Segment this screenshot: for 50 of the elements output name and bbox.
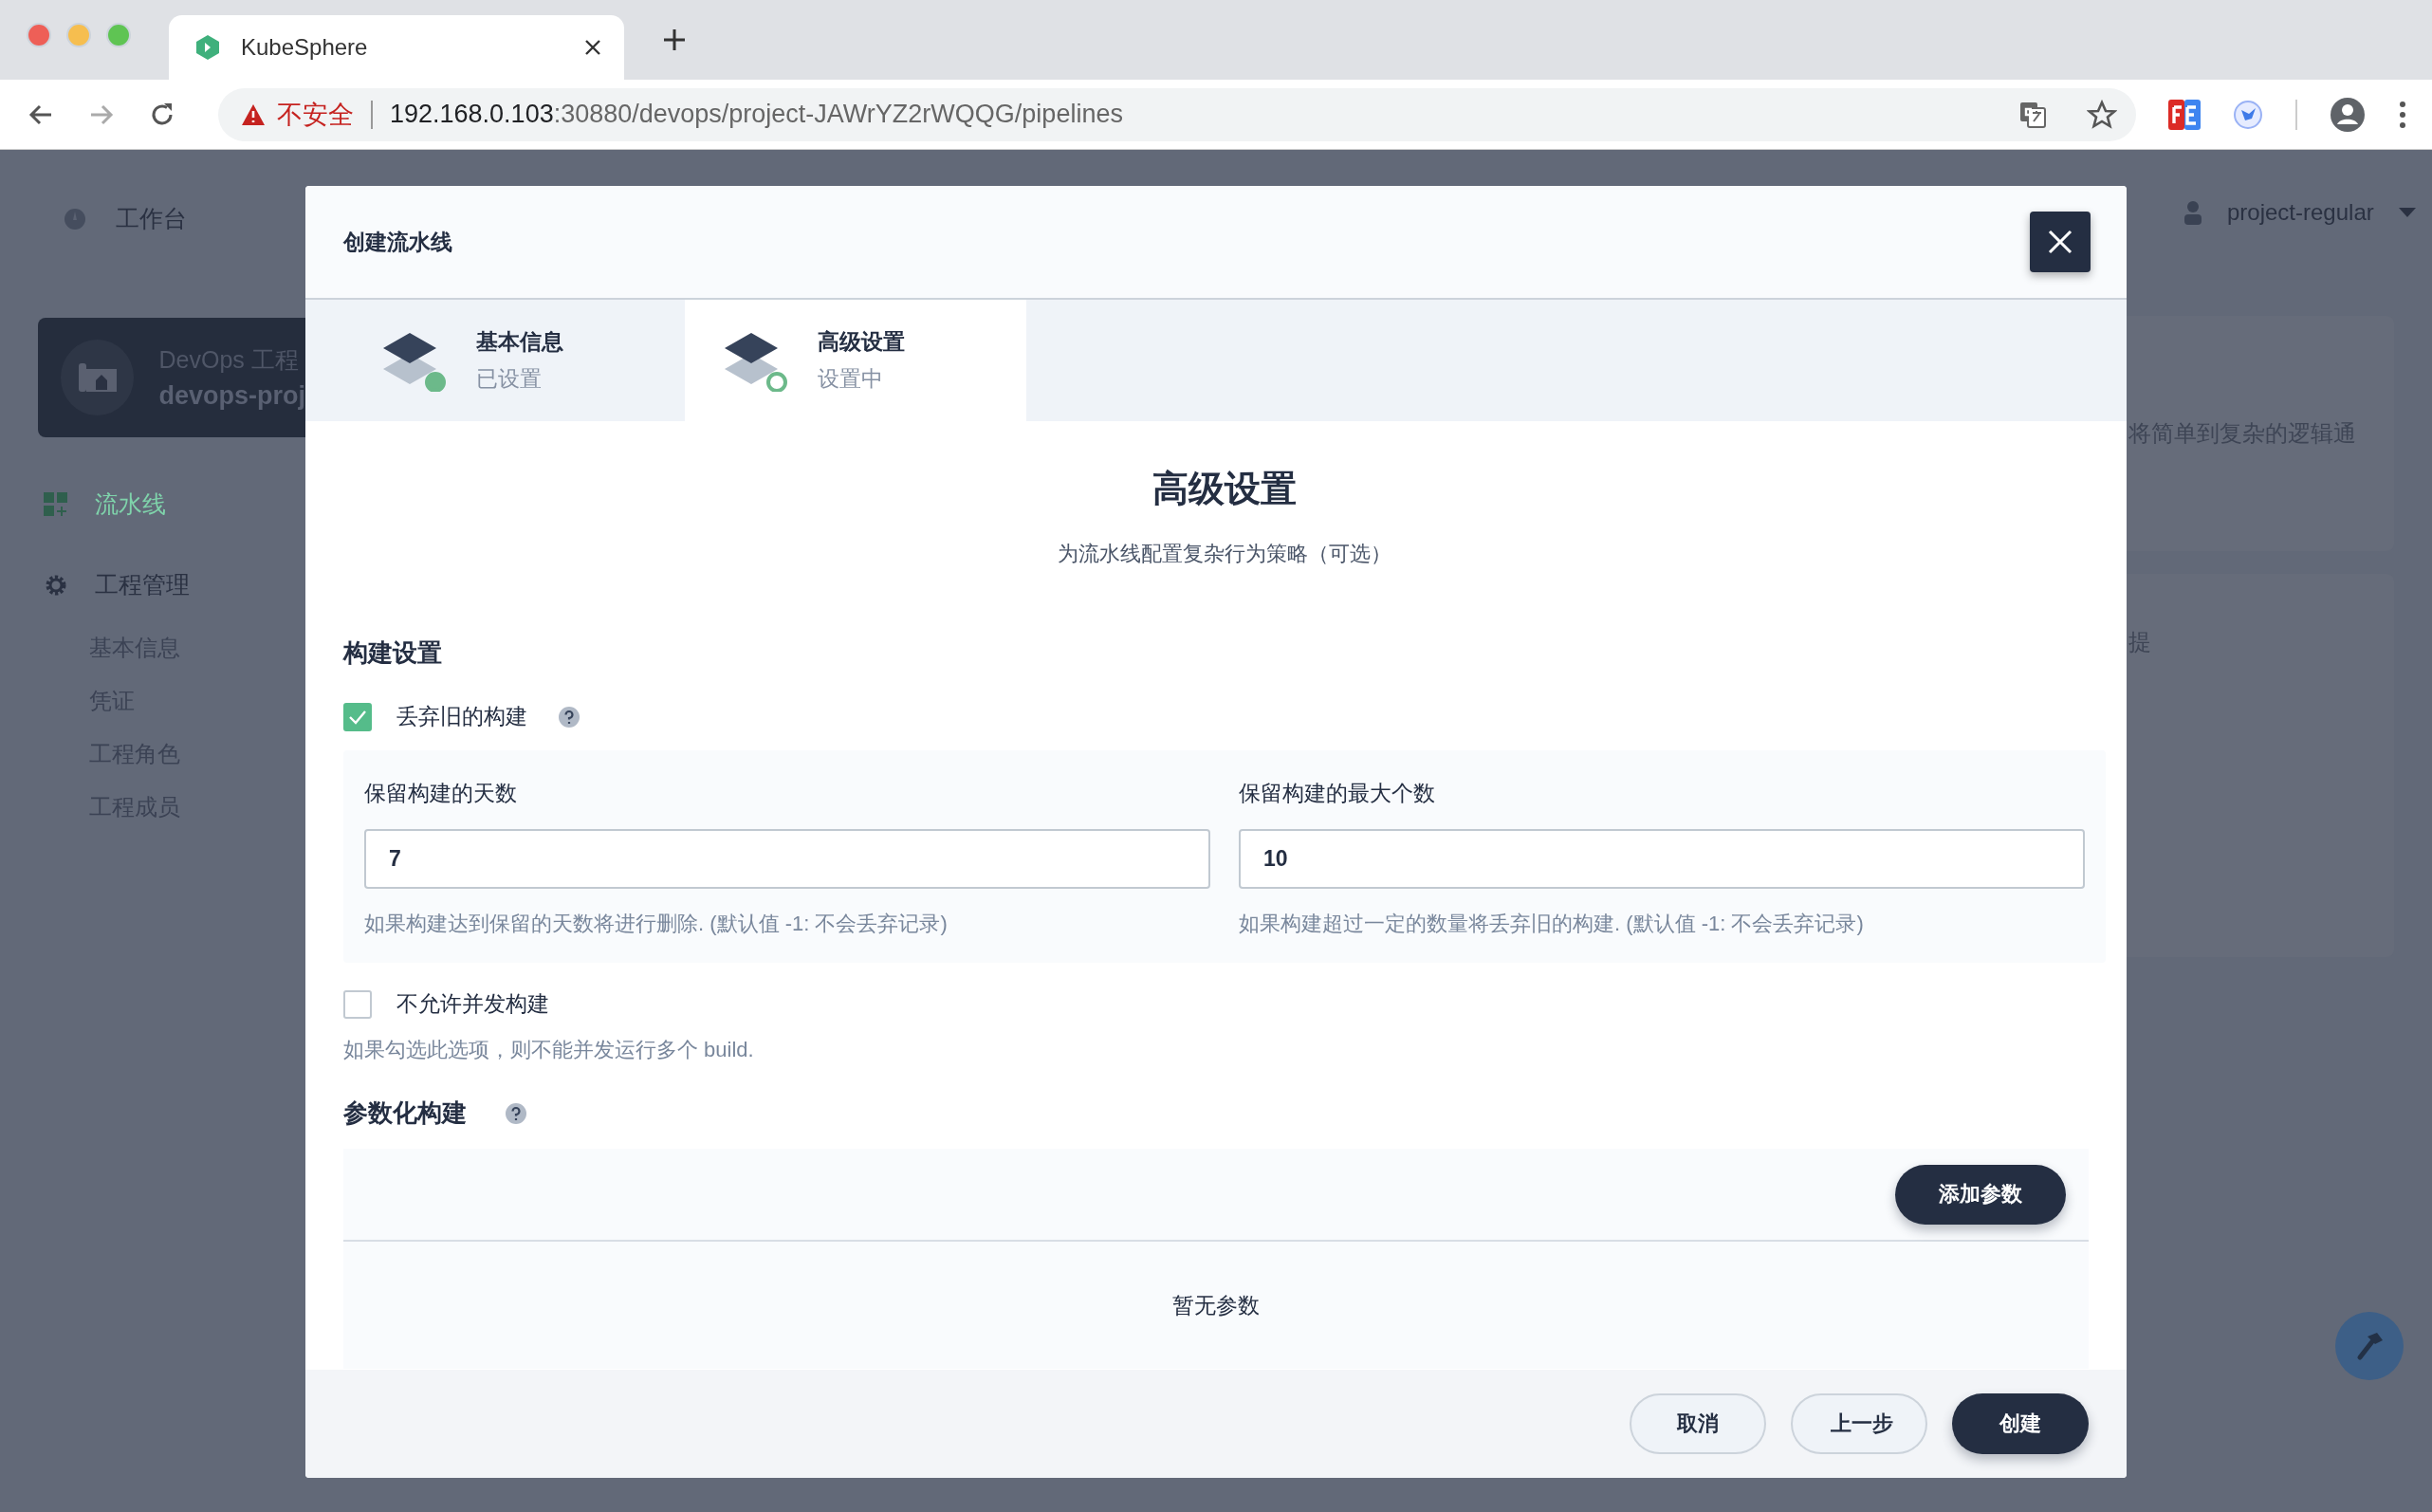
bird-extension-icon[interactable]	[2233, 99, 2263, 130]
browser-tab[interactable]: KubeSphere	[169, 15, 624, 80]
step-title: 高级设置	[818, 328, 905, 356]
input-field[interactable]: 7	[364, 829, 1210, 889]
section-heading: 高级设置	[1152, 468, 1298, 510]
grid-icon	[44, 491, 68, 517]
group-title: 参数化构建	[343, 1097, 467, 1129]
cube-logo-icon	[195, 34, 220, 61]
profile-icon[interactable]	[2330, 96, 2366, 133]
checkbox-hint: 如果勾选此选项，则不能并发运行多个 build.	[343, 1037, 755, 1063]
close-icon	[2048, 230, 2073, 254]
address-bar[interactable]: 不安全 192.168.0.103:30880/devops/project-JAWrYZ2rWQQG/pipelines	[218, 87, 2136, 141]
new-tab-icon[interactable]	[662, 28, 687, 52]
menu-icon[interactable]	[2398, 100, 2407, 129]
dialog-title: 创建流水线	[343, 228, 452, 256]
section-description: 为流水线配置复杂行为策略（可选）	[1057, 541, 1392, 567]
field-label: 保留构建的最大个数	[1239, 780, 1436, 807]
help-icon[interactable]	[505, 1101, 527, 1125]
star-icon[interactable]	[2087, 99, 2117, 130]
extension-icon[interactable]	[2168, 99, 2201, 130]
checkbox-label[interactable]: 不允许并发构建	[396, 989, 549, 1019]
footer-button[interactable]: 取消	[1630, 1393, 1766, 1454]
add-parameter-button[interactable]: 添加参数	[1895, 1164, 2066, 1225]
step-title: 基本信息	[476, 328, 563, 356]
step-tab[interactable]: 高级设置 设置中	[685, 300, 1026, 421]
empty-text: 暂无参数	[1172, 1291, 1260, 1319]
footer-button[interactable]: 上一步	[1791, 1393, 1927, 1454]
field-hint: 如果构建达到保留的天数将进行删除. (默认值 -1: 不会丢弃记录)	[364, 911, 949, 937]
footer-button[interactable]: 创建	[1952, 1393, 2089, 1454]
checkbox-label[interactable]: 丢弃旧的构建	[396, 702, 527, 731]
step-status: 设置中	[818, 365, 884, 393]
translate-icon[interactable]	[2018, 100, 2047, 129]
security-label: 不安全	[277, 99, 354, 131]
step-tab[interactable]: 基本信息 已设置	[305, 300, 685, 421]
field-label: 保留构建的天数	[364, 780, 518, 807]
user-icon	[2183, 200, 2202, 225]
dial-icon	[63, 206, 87, 231]
help-icon[interactable]	[558, 705, 580, 728]
checkbox[interactable]	[343, 989, 372, 1019]
warning-icon	[241, 102, 266, 126]
input-field[interactable]: 10	[1239, 829, 2085, 889]
field-hint: 如果构建超过一定的数量将丢弃旧的构建. (默认值 -1: 不会丢弃记录)	[1239, 911, 1865, 937]
group-title: 构建设置	[343, 637, 443, 669]
url-text: 192.168.0.103:30880/devops/project-JAWrYZ2rWQQG/pipelines	[390, 100, 1123, 129]
step-status: 已设置	[476, 365, 543, 393]
checkmark-icon	[348, 709, 367, 725]
close-icon[interactable]	[584, 39, 601, 56]
close-button[interactable]	[2030, 212, 2091, 272]
checkbox[interactable]	[343, 702, 372, 731]
close-window-icon[interactable]	[27, 23, 51, 47]
